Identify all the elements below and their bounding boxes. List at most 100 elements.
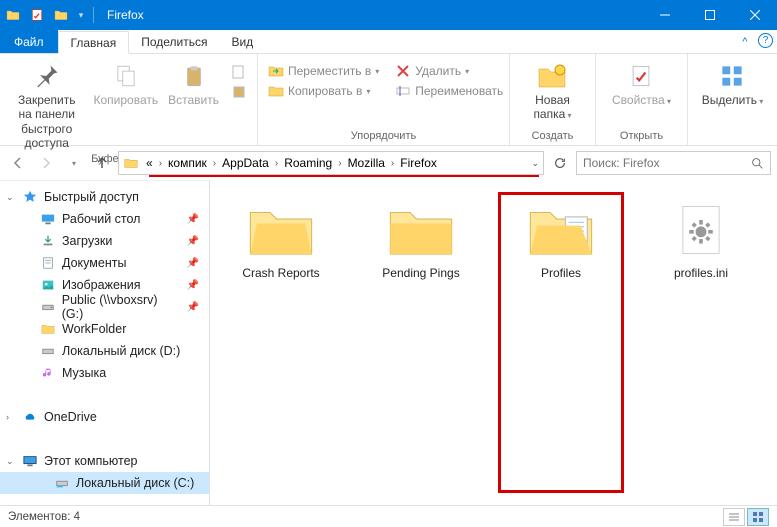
drive-icon <box>40 343 56 359</box>
details-view-button[interactable] <box>723 508 745 526</box>
status-bar: Элементов: 4 <box>0 505 777 527</box>
forward-button[interactable] <box>34 151 58 175</box>
ini-file-icon <box>665 200 737 260</box>
downloads-icon <box>40 233 56 249</box>
move-icon <box>268 63 284 79</box>
music-icon <box>40 365 56 381</box>
folder-icon <box>40 321 56 337</box>
list-item[interactable]: Pending Pings <box>360 194 482 491</box>
copy-to-button[interactable]: Копировать в <box>264 81 383 101</box>
nav-music[interactable]: Музыка <box>0 362 209 384</box>
paste-shortcut-icon[interactable] <box>227 82 251 102</box>
pin-icon: 📌 <box>187 214 199 225</box>
nav-downloads[interactable]: Загрузки📌 <box>0 230 209 252</box>
list-item[interactable]: Profiles <box>500 194 622 491</box>
folder-icon <box>385 200 457 260</box>
recent-locations-button[interactable]: ▾ <box>62 151 86 175</box>
help-icon[interactable]: ? <box>758 33 773 48</box>
nav-drive-d[interactable]: Локальный диск (D:) <box>0 340 209 362</box>
nav-drive-c[interactable]: Локальный диск (C:) <box>0 472 209 494</box>
ribbon: Закрепить на панели быстрого доступа Коп… <box>0 54 777 146</box>
new-folder-button[interactable]: Новая папка <box>529 58 575 124</box>
paste-icon <box>178 60 210 92</box>
qat-folder-icon[interactable] <box>2 4 24 26</box>
close-button[interactable] <box>732 0 777 30</box>
pin-icon: 📌 <box>187 258 199 269</box>
search-box[interactable] <box>576 151 771 175</box>
move-to-button[interactable]: Переместить в <box>264 61 383 81</box>
open-group-label: Открыть <box>596 130 687 145</box>
pin-to-quick-access-button[interactable]: Закрепить на панели быстрого доступа <box>6 58 88 153</box>
new-group-label: Создать <box>510 130 595 145</box>
pin-icon: 📌 <box>187 302 199 313</box>
pin-icon: 📌 <box>187 236 199 247</box>
nav-onedrive[interactable]: ›OneDrive <box>0 406 209 428</box>
copy-path-icon[interactable] <box>227 62 251 82</box>
qat-properties-icon[interactable] <box>26 4 48 26</box>
breadcrumb-seg[interactable]: Firefox <box>396 152 441 174</box>
documents-icon <box>40 255 56 271</box>
tab-share[interactable]: Поделиться <box>129 30 219 53</box>
paste-button[interactable]: Вставить <box>164 58 223 109</box>
up-button[interactable] <box>90 151 114 175</box>
navigation-pane: ⌄Быстрый доступ Рабочий стол📌 Загрузки📌 … <box>0 180 210 505</box>
new-folder-icon <box>536 60 568 92</box>
desktop-icon <box>40 211 56 227</box>
nav-documents[interactable]: Документы📌 <box>0 252 209 274</box>
file-list[interactable]: Crash Reports Pending Pings Profiles pro… <box>210 180 777 505</box>
folder-icon <box>122 154 140 172</box>
breadcrumb-dropdown[interactable]: ⌄ <box>527 152 543 174</box>
tab-home[interactable]: Главная <box>58 31 130 54</box>
delete-button[interactable]: Удалить <box>391 61 507 81</box>
copy-to-icon <box>268 83 284 99</box>
onedrive-icon <box>22 409 38 425</box>
minimize-button[interactable] <box>642 0 687 30</box>
nav-netdrive[interactable]: Public (\\vboxsrv) (G:)📌 <box>0 296 209 318</box>
search-icon[interactable] <box>744 152 770 174</box>
nav-workfolder[interactable]: WorkFolder <box>0 318 209 340</box>
pictures-icon <box>40 277 56 293</box>
breadcrumb-seg[interactable]: Roaming <box>280 152 336 174</box>
copy-button[interactable]: Копировать <box>90 58 163 109</box>
nav-quick-access[interactable]: ⌄Быстрый доступ <box>0 186 209 208</box>
rename-icon <box>395 83 411 99</box>
breadcrumb-seg[interactable]: компик <box>164 152 211 174</box>
maximize-button[interactable] <box>687 0 732 30</box>
window-title: Firefox <box>107 8 144 22</box>
drive-icon <box>54 475 70 491</box>
titlebar: ▾ Firefox <box>0 0 777 30</box>
qat-newfolder-icon[interactable] <box>50 4 72 26</box>
copy-icon <box>110 60 142 92</box>
list-item[interactable]: Crash Reports <box>220 194 342 491</box>
back-button[interactable] <box>6 151 30 175</box>
annotation-underline <box>149 175 539 177</box>
select-button[interactable]: Выделить <box>698 58 768 109</box>
nav-this-pc[interactable]: ⌄Этот компьютер <box>0 450 209 472</box>
folder-icon <box>245 200 317 260</box>
tab-view[interactable]: Вид <box>219 30 265 53</box>
pc-icon <box>22 453 38 469</box>
ribbon-tabs: Файл Главная Поделиться Вид ^ ? <box>0 30 777 54</box>
select-icon <box>716 60 748 92</box>
folder-icon <box>525 200 597 260</box>
organize-group-label: Упорядочить <box>258 130 509 145</box>
netdrive-icon <box>40 299 56 315</box>
breadcrumb-seg[interactable]: Mozilla <box>344 152 389 174</box>
properties-icon <box>625 60 657 92</box>
icons-view-button[interactable] <box>747 508 769 526</box>
pin-icon: 📌 <box>187 280 199 291</box>
breadcrumb-overflow[interactable]: « <box>142 152 157 174</box>
nav-desktop[interactable]: Рабочий стол📌 <box>0 208 209 230</box>
item-count: Элементов: 4 <box>8 511 80 523</box>
list-item[interactable]: profiles.ini <box>640 194 762 491</box>
delete-icon <box>395 63 411 79</box>
ribbon-collapse-icon[interactable]: ^ <box>736 33 754 51</box>
file-tab[interactable]: Файл <box>0 30 58 53</box>
refresh-button[interactable] <box>548 151 572 175</box>
rename-button[interactable]: Переименовать <box>391 81 507 101</box>
breadcrumb[interactable]: «› компик› AppData› Roaming› Mozilla› Fi… <box>118 151 544 175</box>
search-input[interactable] <box>577 156 744 170</box>
properties-button[interactable]: Свойства <box>608 58 675 109</box>
qat-customize-icon[interactable]: ▾ <box>74 10 88 21</box>
breadcrumb-seg[interactable]: AppData <box>218 152 273 174</box>
